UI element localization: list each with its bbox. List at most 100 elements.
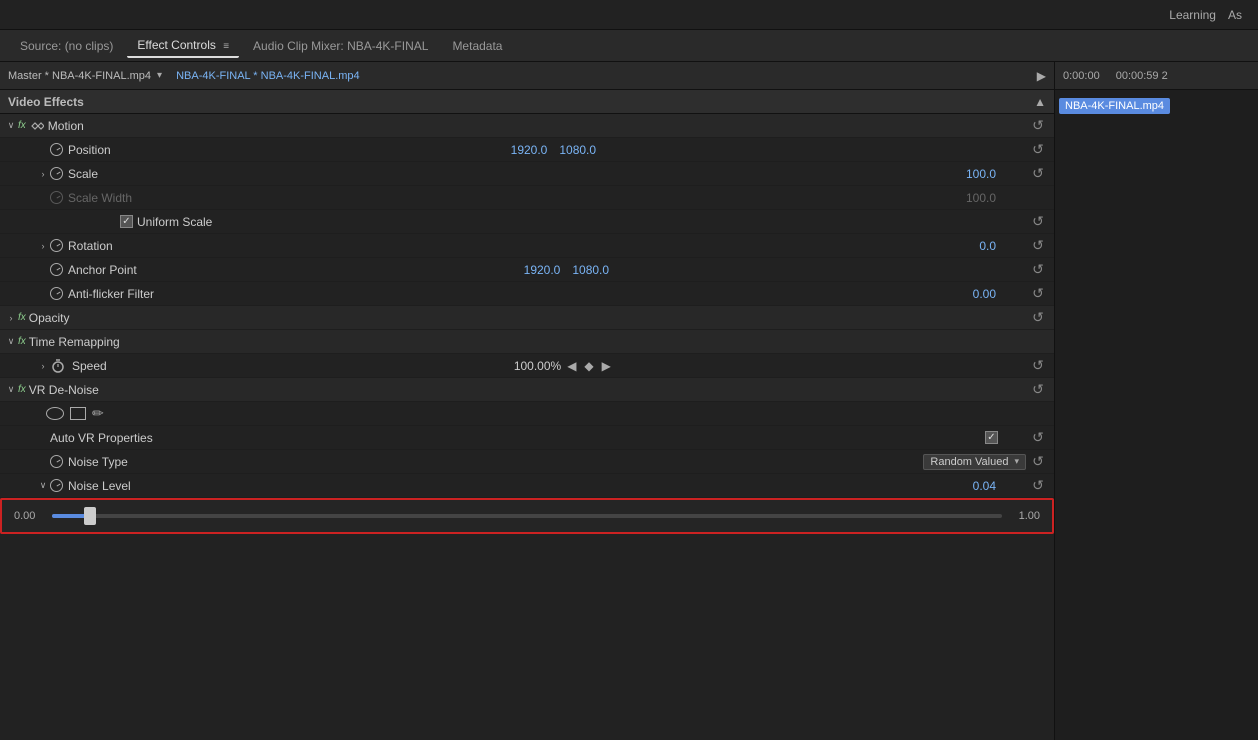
rotation-label: Rotation: [68, 239, 113, 253]
tab-metadata[interactable]: Metadata: [442, 35, 512, 57]
speed-diamond-btn[interactable]: ◆: [582, 359, 595, 373]
slider-track[interactable]: [52, 514, 1002, 518]
timeline-header: 0:00:00 00:00:59 2: [1055, 62, 1258, 90]
anti-flicker-stopwatch[interactable]: [50, 287, 63, 300]
slider-thumb[interactable]: [84, 507, 96, 525]
noise-type-row: Noise Type Random Valued ▾ ↺: [0, 450, 1054, 474]
time-remapping-expand[interactable]: ∨: [4, 336, 18, 347]
scale-reset[interactable]: ↺: [1026, 165, 1050, 182]
noise-type-stopwatch[interactable]: [50, 455, 63, 468]
uniform-scale-checkbox[interactable]: [120, 215, 133, 228]
timeline-body: NBA-4K-FINAL.mp4: [1055, 90, 1258, 740]
speed-next-btn[interactable]: ▶: [600, 359, 613, 373]
rotation-row: › Rotation 0.0 ↺: [0, 234, 1054, 258]
rotation-stopwatch[interactable]: [50, 239, 63, 252]
vr-denoise-reset[interactable]: ↺: [1026, 381, 1050, 398]
timeline-clip[interactable]: NBA-4K-FINAL.mp4: [1059, 98, 1170, 114]
speed-value[interactable]: 100.00%: [514, 359, 561, 373]
scale-label: Scale: [68, 167, 98, 181]
workspace-label2: As: [1228, 8, 1242, 22]
rect-tool[interactable]: [70, 407, 86, 420]
position-x[interactable]: 1920.0: [511, 143, 548, 157]
shape-tools: ✏: [46, 405, 104, 422]
tab-audio-clip-mixer[interactable]: Audio Clip Mixer: NBA-4K-FINAL: [243, 35, 438, 57]
anchor-label: Anchor Point: [68, 263, 137, 277]
anchor-point-row: Anchor Point 1920.0 1080.0 ↺: [0, 258, 1054, 282]
noise-level-expand[interactable]: ∨: [36, 480, 50, 491]
scale-value[interactable]: 100.0: [966, 167, 996, 181]
timeline-time-start: 0:00:00: [1063, 70, 1100, 82]
anti-flicker-reset[interactable]: ↺: [1026, 285, 1050, 302]
rotation-expand[interactable]: ›: [36, 241, 50, 251]
uniform-scale-reset[interactable]: ↺: [1026, 213, 1050, 230]
timeline-arrow[interactable]: ▶: [1037, 69, 1046, 83]
speed-stopwatch[interactable]: [50, 358, 66, 374]
tab-menu-icon[interactable]: ≡: [223, 41, 229, 52]
anchor-values: 1920.0 1080.0: [524, 263, 609, 277]
tab-source[interactable]: Source: (no clips): [10, 35, 123, 57]
noise-type-dropdown[interactable]: Random Valued ▾: [923, 454, 1026, 470]
speed-row: › Speed 100.00% ◀ ◆ ▶ ↺: [0, 354, 1054, 378]
vr-denoise-label: VR De-Noise: [29, 383, 99, 397]
noise-level-value[interactable]: 0.04: [973, 479, 996, 493]
anti-flicker-value[interactable]: 0.00: [973, 287, 996, 301]
anchor-x[interactable]: 1920.0: [524, 263, 561, 277]
slider-max: 1.00: [1010, 510, 1040, 522]
noise-level-row: ∨ Noise Level 0.04 ↺: [0, 474, 1054, 498]
noise-type-reset[interactable]: ↺: [1026, 453, 1050, 470]
anti-flicker-label: Anti-flicker Filter: [68, 287, 154, 301]
speed-prev-btn[interactable]: ◀: [565, 359, 578, 373]
vr-denoise-group-row: ∨ fx VR De-Noise ↺: [0, 378, 1054, 402]
video-effects-header: Video Effects ▲: [0, 90, 1054, 114]
motion-icon: [29, 118, 45, 134]
position-label: Position: [68, 143, 111, 157]
timeline-time-end: 00:00:59 2: [1116, 70, 1168, 82]
vr-denoise-tools-row: ✏: [0, 402, 1054, 426]
rotation-reset[interactable]: ↺: [1026, 237, 1050, 254]
noise-level-stopwatch[interactable]: [50, 479, 63, 492]
left-panel: Master * NBA-4K-FINAL.mp4 ▾ NBA-4K-FINAL…: [0, 62, 1055, 740]
opacity-reset[interactable]: ↺: [1026, 309, 1050, 326]
speed-reset[interactable]: ↺: [1026, 357, 1050, 374]
auto-vr-reset[interactable]: ↺: [1026, 429, 1050, 446]
clip-selector-bar: Master * NBA-4K-FINAL.mp4 ▾ NBA-4K-FINAL…: [0, 62, 1054, 90]
tab-effect-controls[interactable]: Effect Controls ≡: [127, 34, 239, 58]
vr-denoise-expand[interactable]: ∨: [4, 384, 18, 395]
position-stopwatch[interactable]: [50, 143, 63, 156]
master-clip-label: Master * NBA-4K-FINAL.mp4: [8, 70, 151, 82]
noise-level-reset[interactable]: ↺: [1026, 477, 1050, 494]
scale-stopwatch[interactable]: [50, 167, 63, 180]
anchor-reset[interactable]: ↺: [1026, 261, 1050, 278]
position-row: Position 1920.0 1080.0 ↺: [0, 138, 1054, 162]
opacity-label: Opacity: [29, 311, 70, 325]
scale-width-row: Scale Width 100.0 ↺: [0, 186, 1054, 210]
scale-expand[interactable]: ›: [36, 169, 50, 179]
position-values: 1920.0 1080.0: [511, 143, 596, 157]
motion-label: Motion: [48, 119, 84, 133]
auto-vr-checkbox[interactable]: [985, 431, 998, 444]
active-clip-label[interactable]: NBA-4K-FINAL * NBA-4K-FINAL.mp4: [176, 70, 360, 82]
uniform-scale-row: Uniform Scale ↺: [0, 210, 1054, 234]
rotation-value[interactable]: 0.0: [979, 239, 996, 253]
motion-expand[interactable]: ∨: [4, 120, 18, 131]
noise-level-slider-row[interactable]: 0.00 1.00: [0, 498, 1054, 534]
speed-expand[interactable]: ›: [36, 361, 50, 371]
oval-tool[interactable]: [46, 407, 64, 420]
scale-width-value: 100.0: [966, 191, 996, 205]
anchor-y[interactable]: 1080.0: [572, 263, 609, 277]
anchor-stopwatch[interactable]: [50, 263, 63, 276]
slider-min: 0.00: [14, 510, 44, 522]
noise-type-label: Noise Type: [68, 455, 128, 469]
master-clip-dropdown[interactable]: ▾: [157, 70, 162, 81]
motion-reset[interactable]: ↺: [1026, 117, 1050, 134]
position-reset[interactable]: ↺: [1026, 141, 1050, 158]
opacity-expand[interactable]: ›: [4, 313, 18, 323]
motion-group-row: ∨ fx Motion ↺: [0, 114, 1054, 138]
position-y[interactable]: 1080.0: [559, 143, 596, 157]
pen-tool[interactable]: ✏: [92, 405, 104, 422]
effects-list: ∨ fx Motion ↺ Position 1920.0 1080.0: [0, 114, 1054, 740]
speed-controls: 100.00% ◀ ◆ ▶: [514, 359, 613, 373]
opacity-group-row: › fx Opacity ↺: [0, 306, 1054, 330]
noise-level-label: Noise Level: [68, 479, 131, 493]
section-scroll-btn[interactable]: ▲: [1034, 95, 1046, 109]
